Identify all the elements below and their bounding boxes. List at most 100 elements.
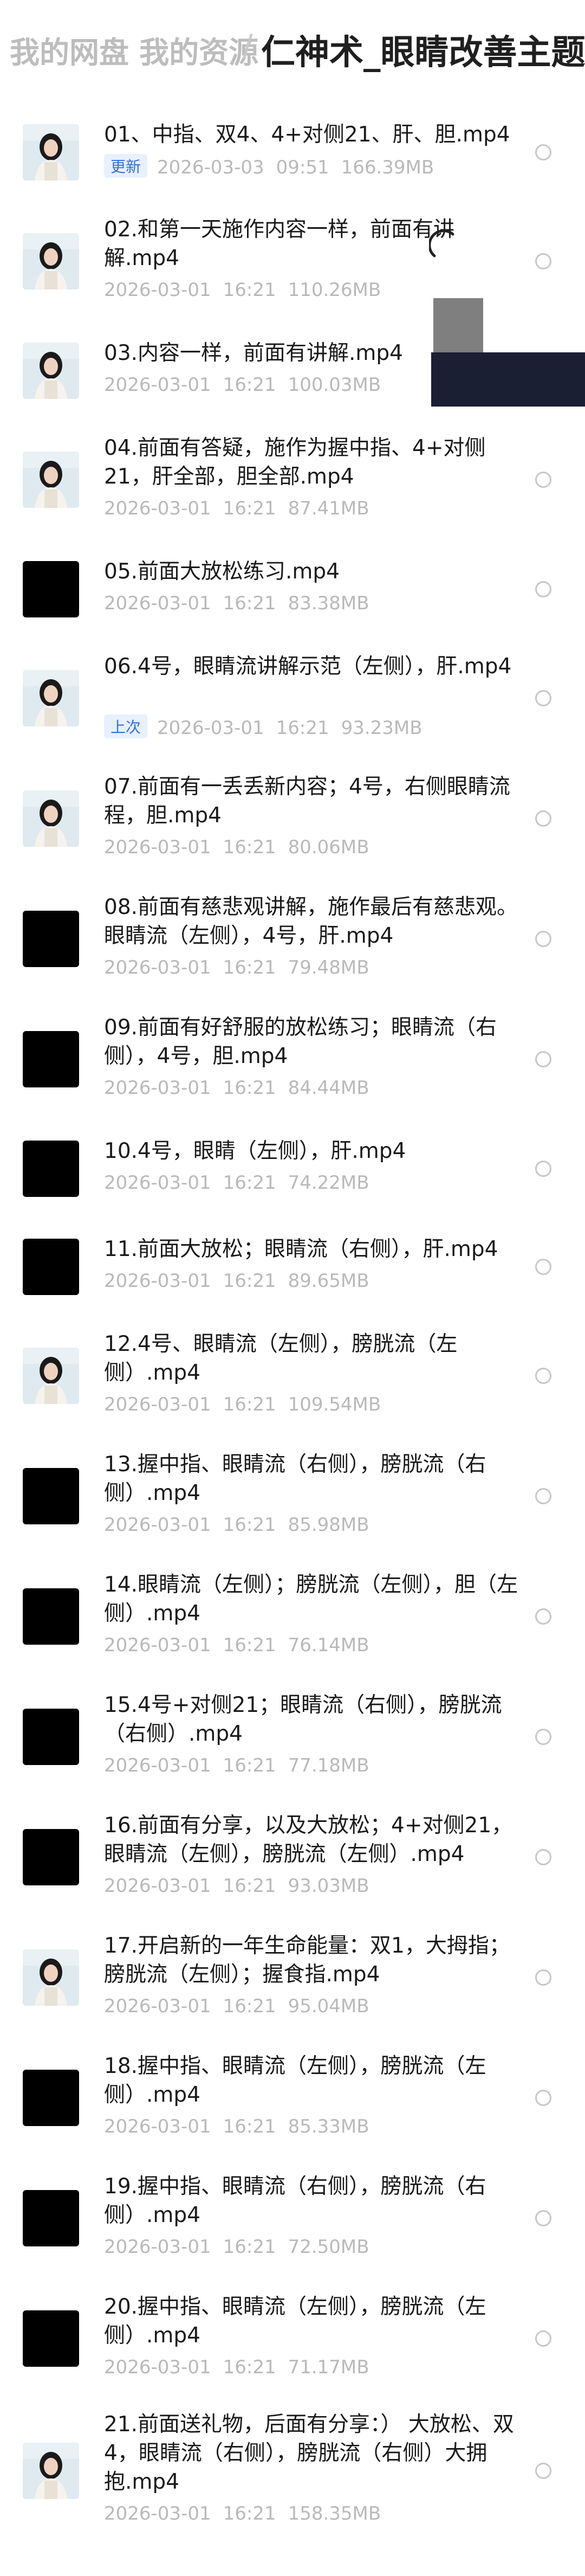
file-meta: 2026-03-01 16:21 110.26MB — [104, 279, 381, 301]
select-radio[interactable] — [535, 1849, 551, 1865]
file-date: 2026-03-01 — [104, 1995, 211, 2017]
file-meta: 2026-03-01 16:21 83.38MB — [104, 593, 369, 614]
file-row[interactable]: 14.眼睛流（左侧）；膀胱流（左侧），胆（左侧）.mp4 2026-03-01 16… — [0, 1556, 585, 1677]
file-meta: 2026-03-01 16:21 74.22MB — [104, 1172, 369, 1194]
file-time: 16:21 — [223, 957, 276, 978]
file-row[interactable]: 10.4号，眼睛（左侧），肝.mp4 2026-03-01 16:21 74.22MB — [0, 1119, 585, 1218]
select-radio[interactable] — [535, 2463, 551, 2479]
file-size: 85.33MB — [288, 2116, 369, 2137]
select-radio[interactable] — [535, 690, 551, 706]
file-row[interactable]: 21.前面送礼物，后面有分享：） 大放松、双4，眼睛流（右侧），膀胱流（右侧）大… — [0, 2399, 585, 2542]
select-radio[interactable] — [535, 2090, 551, 2106]
file-date: 2026-03-01 — [104, 374, 211, 396]
file-size: 110.26MB — [288, 279, 381, 301]
file-date: 2026-03-01 — [104, 1875, 211, 1897]
file-name: 12.4号、眼睛流（左侧），膀胱流（左侧）.mp4 — [104, 1332, 458, 1385]
file-row[interactable]: 02.和第一天施作内容一样，前面有讲解.mp4 2026-03-01 16:21 11… — [0, 201, 585, 321]
file-size: 77.18MB — [288, 1755, 369, 1776]
file-time: 16:21 — [223, 2116, 276, 2137]
file-list: 01、中指、双4、4+对侧21、肝、胆.mp4 更新 2026-03-03 09:51… — [0, 103, 585, 2542]
file-row[interactable]: 09.前面有好舒服的放松练习；眼睛流（右侧），4号，胆.mp4 2026-03-0… — [0, 999, 585, 1119]
file-row[interactable]: 19.握中指、眼睛流（右侧），膀胱流（右侧）.mp4 2026-03-01 16:2… — [0, 2158, 585, 2278]
file-row[interactable]: 06.4号，眼睛流讲解示范（左侧），肝.mp4 上次 2026-03-01 16:21… — [0, 638, 585, 758]
file-row[interactable]: 15.4号+对侧21；眼睛流（右侧），膀胱流（右侧）.mp4 2026-03-01… — [0, 1677, 585, 1797]
file-row[interactable]: 12.4号、眼睛流（左侧），膀胱流（左侧）.mp4 2026-03-01 16:21… — [0, 1316, 585, 1436]
file-meta: 2026-03-01 16:21 80.06MB — [104, 836, 369, 858]
video-thumbnail — [23, 1348, 79, 1404]
file-meta: 2026-03-01 16:21 158.35MB — [104, 2503, 381, 2525]
file-size: 87.41MB — [288, 498, 369, 519]
file-size: 83.38MB — [288, 593, 369, 614]
file-name: 11.前面大放松；眼睛流（右侧），肝.mp4 — [104, 1237, 498, 1261]
select-radio[interactable] — [535, 1608, 551, 1625]
video-thumbnail — [23, 2443, 79, 2499]
file-date: 2026-03-01 — [104, 1172, 211, 1194]
select-radio[interactable] — [535, 1259, 551, 1275]
select-radio[interactable] — [535, 1969, 551, 1986]
select-radio[interactable] — [535, 931, 551, 947]
file-size: 95.04MB — [288, 1995, 369, 2017]
file-meta: 2026-03-01 16:21 89.65MB — [104, 1270, 369, 1292]
file-row[interactable]: 01、中指、双4、4+对侧21、肝、胆.mp4 更新 2026-03-03 09:51… — [0, 103, 585, 201]
file-name: 04.前面有答疑，施作为握中指、4+对侧21，肝全部，胆全部.mp4 — [104, 436, 486, 489]
video-thumbnail — [23, 2310, 79, 2367]
file-row[interactable]: 17.开启新的一年生命能量：双1，大拇指；膀胱流（左侧）；握食指.mp4 2026… — [0, 1917, 585, 2038]
select-radio[interactable] — [535, 1729, 551, 1745]
file-date: 2026-03-01 — [104, 279, 211, 301]
select-radio[interactable] — [535, 810, 551, 827]
file-row[interactable]: 18.握中指、眼睛流（左侧），膀胱流（左侧）.mp4 2026-03-01 16:2… — [0, 2038, 585, 2158]
file-meta: 上次 2026-03-01 16:21 93.23MB — [104, 714, 422, 740]
file-size: 72.50MB — [288, 2236, 369, 2258]
file-time: 16:21 — [223, 2356, 276, 2378]
file-name: 09.前面有好舒服的放松练习；眼睛流（右侧），4号，胆.mp4 — [104, 1015, 497, 1068]
select-radio[interactable] — [535, 253, 551, 269]
file-date: 2026-03-01 — [104, 1394, 211, 1415]
select-radio[interactable] — [535, 144, 551, 160]
file-time: 16:21 — [223, 1514, 276, 1536]
file-meta: 2026-03-01 16:21 84.44MB — [104, 1077, 369, 1099]
file-row[interactable]: 08.前面有慈悲观讲解，施作最后有慈悲观。眼睛流（左侧），4号，肝.mp4 202… — [0, 879, 585, 999]
file-name: 16.前面有分享，以及大放松；4+对侧21，眼睛流（左侧），膀胱流（左侧）.mp… — [104, 1813, 513, 1866]
breadcrumb: 我的网盘 我的资源 / 仁神术_眼睛改善主题共修 — [0, 0, 585, 103]
file-size: 74.22MB — [288, 1172, 369, 1194]
video-thumbnail — [23, 561, 79, 617]
select-radio[interactable] — [535, 1488, 551, 1504]
file-date: 2026-03-01 — [104, 1634, 211, 1656]
select-radio[interactable] — [535, 581, 551, 597]
file-row[interactable]: 16.前面有分享，以及大放松；4+对侧21，眼睛流（左侧），膀胱流（左侧）.mp… — [0, 1797, 585, 1917]
file-time: 16:21 — [223, 1755, 276, 1776]
video-thumbnail — [23, 2190, 79, 2246]
file-date: 2026-03-01 — [104, 2356, 211, 2378]
file-row[interactable]: 05.前面大放松练习.mp4 2026-03-01 16:21 83.38MB — [0, 540, 585, 638]
file-name: 08.前面有慈悲观讲解，施作最后有慈悲观。眼睛流（左侧），4号，肝.mp4 — [104, 895, 518, 948]
breadcrumb-root[interactable]: 我的网盘 我的资源 — [10, 28, 258, 72]
file-row[interactable]: 04.前面有答疑，施作为握中指、4+对侧21，肝全部，胆全部.mp4 2026-0… — [0, 420, 585, 540]
file-meta: 更新 2026-03-03 09:51 166.39MB — [104, 154, 434, 179]
file-name: 18.握中指、眼睛流（左侧），膀胱流（左侧）.mp4 — [104, 2054, 486, 2107]
status-badge: 更新 — [104, 154, 148, 178]
file-date: 2026-03-01 — [104, 1514, 211, 1536]
file-row[interactable]: 11.前面大放松；眼睛流（右侧），肝.mp4 2026-03-01 16:21 89.… — [0, 1218, 585, 1316]
file-row[interactable]: 20.握中指、眼睛流（左侧），膀胱流（左侧）.mp4 2026-03-01 16:2… — [0, 2278, 585, 2399]
video-thumbnail — [23, 1588, 79, 1645]
video-thumbnail — [23, 1949, 79, 2006]
overlay-gray-block — [433, 298, 483, 352]
select-radio[interactable] — [535, 472, 551, 488]
select-radio[interactable] — [535, 2330, 551, 2347]
file-time: 09:51 — [276, 157, 329, 178]
file-date: 2026-03-01 — [104, 2503, 211, 2525]
select-radio[interactable] — [535, 1161, 551, 1177]
file-time: 16:21 — [223, 1077, 276, 1099]
file-meta: 2026-03-01 16:21 77.18MB — [104, 1755, 369, 1776]
file-row[interactable]: 07.前面有一丢丢新内容；4号，右侧眼睛流程，胆.mp4 2026-03-01 16… — [0, 758, 585, 879]
video-thumbnail — [23, 452, 79, 508]
file-size: 109.54MB — [288, 1394, 381, 1415]
file-meta: 2026-03-01 16:21 95.04MB — [104, 1995, 369, 2017]
select-radio[interactable] — [535, 2210, 551, 2226]
file-row[interactable]: 13.握中指、眼睛流（右侧），膀胱流（右侧）.mp4 2026-03-01 16:2… — [0, 1436, 585, 1556]
select-radio[interactable] — [535, 1368, 551, 1384]
file-size: 158.35MB — [288, 2503, 381, 2525]
file-meta: 2026-03-01 16:21 100.03MB — [104, 374, 381, 396]
select-radio[interactable] — [535, 1051, 551, 1067]
file-meta: 2026-03-01 16:21 93.03MB — [104, 1875, 369, 1897]
